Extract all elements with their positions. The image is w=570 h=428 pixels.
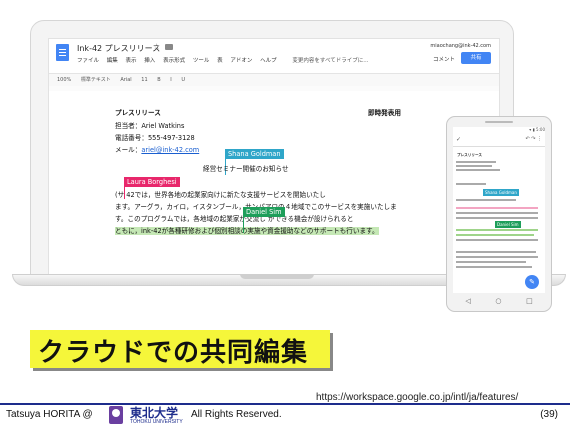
menu-view[interactable]: 表示 — [126, 58, 137, 64]
phone-screen: ▾ ▮ 5:00 ✓ ↶ ↷ ⋮ プレスリリース Shana Goldman D… — [453, 127, 545, 293]
style-select[interactable]: 標準テキスト — [81, 77, 111, 83]
collaborator-tag-laura: Laura Borghesi — [124, 177, 180, 187]
recents-icon[interactable]: □ — [526, 297, 533, 305]
docs-logo-icon[interactable] — [56, 44, 69, 61]
user-email[interactable]: miaochang@ink-42.com — [430, 43, 491, 49]
formatting-toolbar: 100% 標準テキスト Arial 11 B I U — [49, 73, 499, 87]
page-number: (39) — [540, 409, 558, 420]
menu-edit[interactable]: 編集 — [107, 58, 118, 64]
edit-fab-icon[interactable]: ✎ — [525, 275, 539, 289]
zoom-select[interactable]: 100% — [57, 77, 71, 83]
collaborator-tag-shana: Shana Goldman — [225, 149, 284, 159]
university-name-en: TOHOKU UNIVERSITY — [130, 419, 183, 425]
menu-tools[interactable]: ツール — [193, 58, 210, 64]
phone-device: ▾ ▮ 5:00 ✓ ↶ ↷ ⋮ プレスリリース Shana Goldman D… — [446, 116, 552, 312]
menu-bar: ファイル 編集 表示 挿入 表示形式 ツール 表 アドオン ヘルプ 変更内容をす… — [77, 56, 375, 64]
doc-heading: プレスリリース — [115, 109, 161, 117]
phone-text-line — [456, 169, 500, 171]
footer-rights: All Rights Reserved. — [191, 409, 282, 420]
mail-link[interactable]: ariel@ink-42.com — [141, 146, 199, 154]
banner-title: クラウドでの共同編集 — [38, 338, 309, 368]
menu-table[interactable]: 表 — [217, 58, 223, 64]
back-icon[interactable]: ◁ — [465, 297, 470, 305]
phone-doc-heading: プレスリリース — [457, 153, 482, 157]
comment-button[interactable]: コメント — [433, 55, 455, 63]
phone-speaker — [485, 121, 513, 123]
docs-header: Ink-42 プレスリリース ☆ ファイル 編集 表示 挿入 表示形式 ツール … — [49, 39, 499, 73]
contact-name: 担当者：Ariel Watkins — [115, 122, 185, 130]
phone-text-line — [456, 217, 538, 219]
underline-button[interactable]: U — [181, 77, 185, 83]
check-icon[interactable]: ✓ — [456, 136, 461, 143]
doc-subtitle: 経営セミナー開催のお知らせ — [203, 165, 289, 173]
document-title[interactable]: Ink-42 プレスリリース — [77, 43, 160, 54]
ruler[interactable] — [49, 86, 499, 91]
doc-para-line-1: (サ 42では，世界各地の起業家向けに新たな支援サービスを開始いたし — [115, 191, 326, 199]
phone-app-bar: ✓ ↶ ↷ ⋮ — [453, 135, 545, 147]
footer-rule — [0, 403, 570, 405]
menu-addons[interactable]: アドオン — [230, 58, 252, 64]
phone-collaborator-tag-shana: Shana Goldman — [483, 189, 519, 196]
phone-text-line — [456, 207, 538, 209]
contact-phone: 電話番号：555-497-3128 — [115, 134, 195, 142]
phone-menu-icons[interactable]: ↶ ↷ ⋮ — [525, 136, 542, 142]
contact-mail: メール：ariel@ink-42.com — [115, 144, 199, 154]
italic-button[interactable]: I — [170, 77, 171, 83]
phone-collaborator-tag-daniel: Daniel Sim — [495, 221, 521, 228]
collaborator-tag-daniel: Daniel Sim — [243, 207, 285, 217]
highlighted-text: ともに，ink-42が各種研修および個別相談の実施や資金援助などのサポートも行い… — [115, 227, 379, 235]
home-icon[interactable]: ○ — [495, 297, 501, 305]
mail-label: メール： — [115, 146, 142, 154]
doc-para-line-4: ともに，ink-42が各種研修および個別相談の実施や資金援助などのサポートも行い… — [115, 225, 379, 235]
phone-text-line — [456, 165, 492, 167]
source-url[interactable]: https://workspace.google.co.jp/intl/ja/f… — [316, 392, 518, 403]
menu-format[interactable]: 表示形式 — [163, 58, 185, 64]
phone-nav-bar: ◁ ○ □ — [453, 295, 545, 307]
phone-text-line — [456, 183, 486, 185]
menu-help[interactable]: ヘルプ — [260, 58, 277, 64]
phone-text-line — [456, 212, 538, 214]
laptop-notch — [240, 274, 314, 279]
menu-insert[interactable]: 挿入 — [144, 58, 155, 64]
release-note: 即時発表用 — [368, 109, 401, 117]
bold-button[interactable]: B — [157, 77, 160, 83]
phone-text-line — [456, 229, 538, 231]
title-banner: クラウドでの共同編集 — [30, 330, 330, 368]
folder-icon[interactable] — [165, 44, 173, 50]
doc-para-line-3: す。このプログラムでは，各地域の起業家が交流し ができる機会が設けられると — [115, 215, 354, 223]
star-icon[interactable]: ☆ — [153, 42, 160, 51]
phone-text-line — [456, 161, 496, 163]
phone-text-line — [456, 199, 516, 201]
phone-text-line — [456, 234, 534, 236]
phone-text-line — [456, 266, 532, 268]
university-logo-icon — [109, 406, 123, 424]
document-page[interactable]: プレスリリース 即時発表用 担当者：Ariel Watkins 電話番号：555… — [73, 93, 481, 275]
phone-text-line — [456, 261, 526, 263]
phone-text-line — [456, 239, 538, 241]
menu-file[interactable]: ファイル — [77, 58, 99, 64]
save-status: 変更内容をすべてドライブに... — [292, 58, 369, 64]
share-button[interactable]: 共有 — [461, 52, 491, 64]
phone-text-line — [456, 256, 538, 258]
phone-status-bar: ▾ ▮ 5:00 — [453, 127, 545, 135]
font-select[interactable]: Arial — [120, 77, 131, 83]
footer-author: Tatsuya HORITA @ — [6, 409, 93, 420]
google-docs-window: Ink-42 プレスリリース ☆ ファイル 編集 表示 挿入 表示形式 ツール … — [48, 38, 500, 276]
phone-text-line — [456, 251, 536, 253]
collaborator-cursor-daniel — [243, 207, 244, 233]
font-size-select[interactable]: 11 — [141, 77, 147, 83]
